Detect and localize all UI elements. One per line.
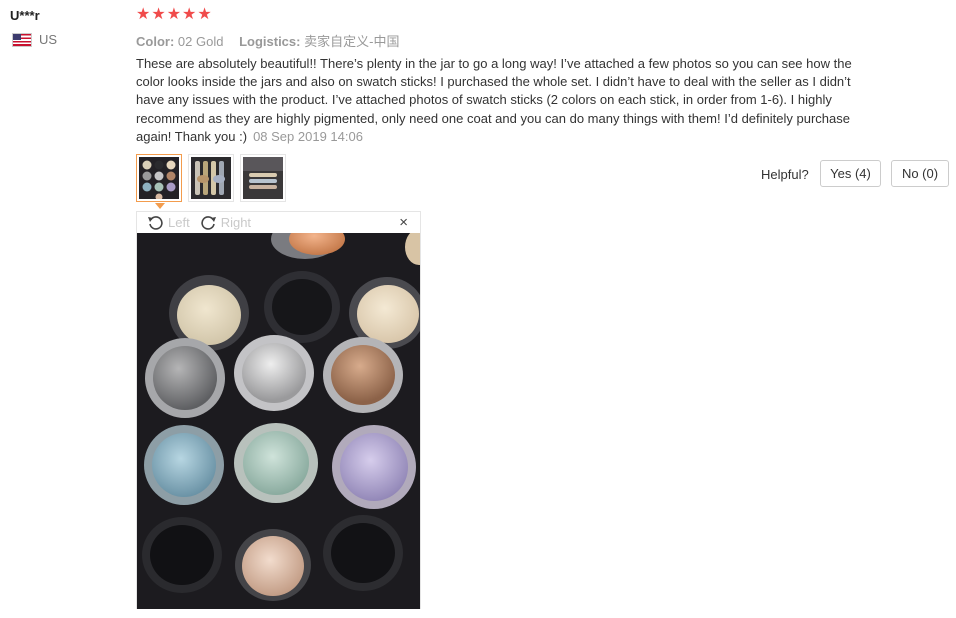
review-body: These are absolutely beautiful!! There’s… bbox=[136, 55, 856, 146]
star-icon: ★ bbox=[136, 6, 151, 23]
helpful-label: Helpful? bbox=[761, 167, 809, 182]
review-date: 08 Sep 2019 14:06 bbox=[253, 128, 363, 144]
photo-thumbnail-1[interactable] bbox=[136, 154, 182, 209]
star-icon: ★ bbox=[151, 6, 166, 23]
logistics-value: 卖家自定义-中国 bbox=[304, 34, 400, 49]
star-icon: ★ bbox=[182, 6, 197, 23]
helpful-yes-button[interactable]: Yes (4) bbox=[820, 160, 881, 187]
review-text: These are absolutely beautiful!! There’s… bbox=[136, 56, 852, 144]
reviewer-name: U***r bbox=[10, 8, 40, 23]
rotate-right-label: Right bbox=[220, 215, 252, 230]
review-photo-thumbnails bbox=[136, 154, 286, 209]
logistics-label: Logistics: bbox=[239, 34, 301, 49]
star-icon: ★ bbox=[166, 6, 182, 23]
country-code: US bbox=[39, 32, 58, 47]
rotate-left-label: Left bbox=[168, 215, 190, 230]
review-photo bbox=[137, 233, 420, 609]
star-rating: ★ ★ ★ ★ ★ bbox=[136, 6, 212, 24]
us-flag-icon bbox=[12, 32, 32, 47]
active-thumbnail-indicator bbox=[155, 203, 165, 209]
photo-viewer: Left Right × bbox=[136, 211, 421, 609]
rotate-right-icon bbox=[200, 216, 216, 230]
photo-viewer-toolbar: Left Right × bbox=[137, 212, 420, 233]
rotate-left-button[interactable]: Left bbox=[147, 215, 190, 230]
thumbnail-image bbox=[139, 157, 179, 199]
rotate-left-icon bbox=[148, 216, 163, 230]
close-icon[interactable]: × bbox=[399, 214, 408, 231]
review-meta: Color: 02 Gold Logistics: 卖家自定义-中国 bbox=[136, 31, 411, 50]
color-label: Color: bbox=[136, 34, 175, 49]
photo-thumbnail-3[interactable] bbox=[240, 154, 286, 202]
thumbnail-image bbox=[191, 157, 231, 199]
color-value: 02 Gold bbox=[177, 34, 224, 49]
reviewer-country: US bbox=[12, 32, 57, 47]
photo-thumbnail-2[interactable] bbox=[188, 154, 234, 202]
helpful-no-button[interactable]: No (0) bbox=[891, 160, 949, 187]
star-icon: ★ bbox=[197, 6, 212, 23]
rotate-right-button[interactable]: Right bbox=[200, 215, 251, 230]
thumbnail-image bbox=[243, 157, 283, 199]
